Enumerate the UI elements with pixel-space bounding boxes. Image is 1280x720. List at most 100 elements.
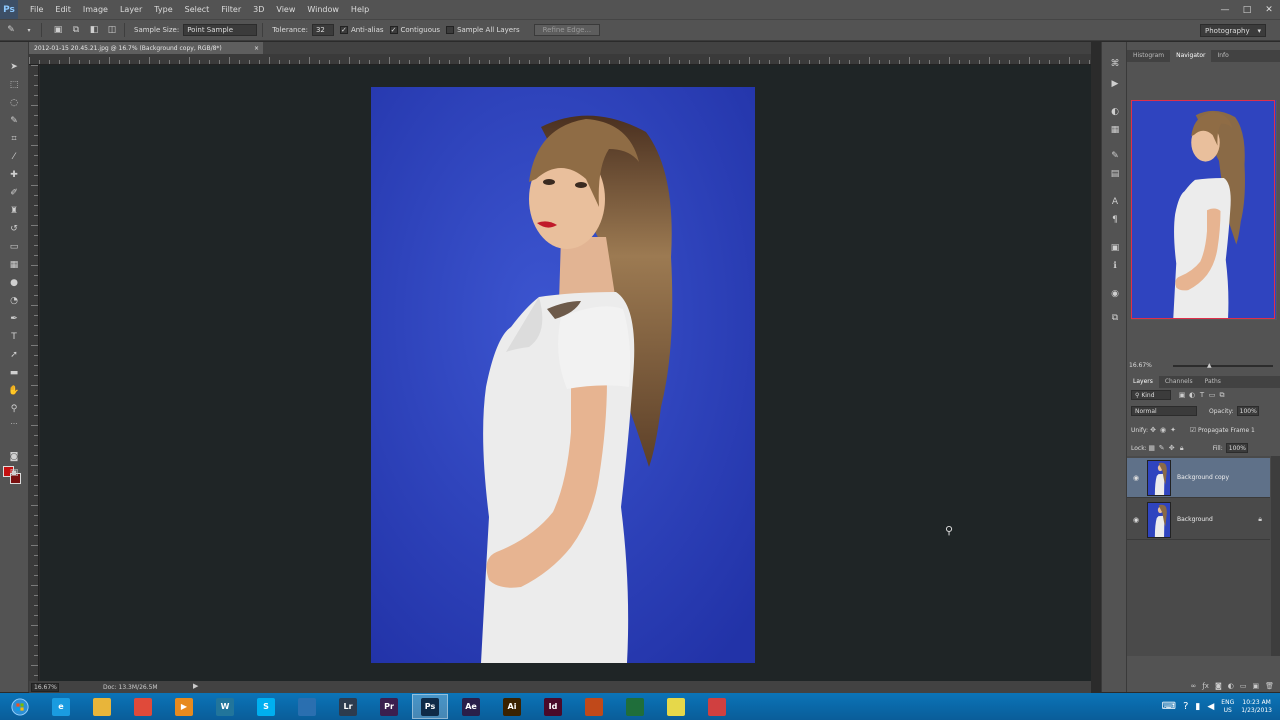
quick-select-tool-icon[interactable]: ✎ — [4, 23, 18, 37]
visibility-eye-icon[interactable]: ◉ — [1127, 516, 1145, 524]
menu-image[interactable]: Image — [77, 0, 114, 19]
navigator-preview[interactable] — [1131, 100, 1277, 320]
tab-navigator[interactable]: Navigator — [1170, 50, 1212, 62]
fill-input[interactable]: 100% — [1225, 443, 1248, 453]
intersect-selection-icon[interactable]: ◫ — [105, 23, 119, 37]
paragraph-panel-icon[interactable]: ¶ — [1107, 214, 1123, 226]
taskbar-app-button[interactable]: Ai — [494, 694, 530, 719]
taskbar-app-button[interactable] — [576, 694, 612, 719]
marquee-tool-icon[interactable]: ⬚ — [6, 78, 22, 92]
network-icon[interactable]: ▮ — [1195, 702, 1200, 712]
document-tab[interactable]: 2012-01-15 20.45.21.jpg @ 16.7% (Backgro… — [29, 42, 263, 54]
subtract-selection-icon[interactable]: ◧ — [87, 23, 101, 37]
layer-row[interactable]: ◉ Background 🔒︎ — [1127, 500, 1270, 540]
adjustments-panel-icon[interactable]: ◐ — [1107, 106, 1123, 118]
styles-panel-icon[interactable]: ▦ — [1107, 124, 1123, 136]
tab-info[interactable]: Info — [1211, 50, 1234, 62]
lock-image-icon[interactable]: ✎ — [1157, 443, 1167, 453]
quick-mask-icon[interactable]: ◙ — [6, 450, 22, 464]
menu-filter[interactable]: Filter — [215, 0, 247, 19]
taskbar-app-button[interactable]: W — [207, 694, 243, 719]
eraser-tool-icon[interactable]: ▭ — [6, 240, 22, 254]
taskbar-app-button[interactable]: Ae — [453, 694, 489, 719]
blur-tool-icon[interactable]: ● — [6, 276, 22, 290]
taskbar-app-button[interactable] — [658, 694, 694, 719]
menu-edit[interactable]: Edit — [49, 0, 77, 19]
tab-paths[interactable]: Paths — [1199, 376, 1227, 388]
tool-preset-arrow-icon[interactable]: ▾ — [22, 23, 36, 37]
move-tool-icon[interactable]: ➤ — [6, 60, 22, 74]
history-panel-icon[interactable]: ⌘ — [1107, 58, 1123, 70]
quick-selection-tool-icon[interactable]: ✎ — [6, 114, 22, 128]
menu-select[interactable]: Select — [179, 0, 216, 19]
clock[interactable]: 10:23 AM 1/23/2013 — [1241, 699, 1272, 715]
layer-comps-icon[interactable]: ⧉ — [1107, 312, 1123, 324]
taskbar-app-button[interactable]: S — [248, 694, 284, 719]
refine-edge-button[interactable]: Refine Edge... — [533, 24, 601, 36]
type-tool-icon[interactable]: T — [6, 330, 22, 344]
lock-transparent-icon[interactable]: ▦ — [1147, 443, 1157, 453]
status-menu-arrow-icon[interactable]: ▶ — [193, 682, 198, 690]
new-layer-icon[interactable]: ▣ — [1252, 682, 1259, 690]
taskbar-app-button[interactable] — [289, 694, 325, 719]
layer-style-icon[interactable]: ƒx — [1202, 682, 1209, 690]
taskbar-app-button[interactable] — [699, 694, 735, 719]
brush-tool-icon[interactable]: ✐ — [6, 186, 22, 200]
lock-all-icon[interactable]: 🔒︎ — [1177, 443, 1187, 453]
info-panel-icon[interactable]: ℹ — [1107, 260, 1123, 272]
layer-row[interactable]: ◉ Background copy — [1127, 458, 1270, 498]
timeline-panel-icon[interactable]: ◉ — [1107, 288, 1123, 300]
character-panel-icon[interactable]: A — [1107, 196, 1123, 208]
layers-scrollbar[interactable] — [1271, 456, 1280, 656]
minimize-button[interactable]: — — [1214, 0, 1236, 19]
new-selection-icon[interactable]: ▣ — [51, 23, 65, 37]
screen-mode-icon[interactable]: ▣ — [6, 466, 22, 480]
menu-window[interactable]: Window — [301, 0, 345, 19]
hand-tool-icon[interactable]: ✋ — [6, 384, 22, 398]
dodge-tool-icon[interactable]: ◔ — [6, 294, 22, 308]
tab-layers[interactable]: Layers — [1127, 376, 1159, 388]
canvas-area[interactable]: ⚲ — [40, 65, 1091, 681]
link-layers-icon[interactable]: ∞ — [1191, 682, 1197, 690]
start-button[interactable] — [2, 694, 38, 719]
taskbar-app-button[interactable] — [125, 694, 161, 719]
navigator-view-frame[interactable] — [1131, 100, 1275, 319]
propagate-checkbox[interactable]: ☑ — [1188, 425, 1198, 435]
more-tools-icon[interactable]: … — [6, 418, 22, 426]
lock-position-icon[interactable]: ✥ — [1167, 443, 1177, 453]
taskbar-app-button[interactable]: Ps — [412, 694, 448, 719]
unify-visibility-icon[interactable]: ◉ — [1158, 425, 1168, 435]
history-brush-tool-icon[interactable]: ↺ — [6, 222, 22, 236]
sample-size-select[interactable]: Point Sample — [183, 24, 258, 36]
pixel-filter-icon[interactable]: ▣ — [1177, 390, 1187, 400]
taskbar-app-button[interactable]: e — [43, 694, 79, 719]
brush-panel-icon[interactable]: ✎ — [1107, 150, 1123, 162]
contiguous-checkbox[interactable]: ✓ Contiguous — [389, 26, 440, 34]
filter-kind-select[interactable]: ⚲ Kind — [1131, 390, 1171, 400]
healing-brush-tool-icon[interactable]: ✚ — [6, 168, 22, 182]
shape-tool-icon[interactable]: ▬ — [6, 366, 22, 380]
volume-icon[interactable]: ◀ — [1207, 702, 1214, 712]
clone-stamp-tool-icon[interactable]: ♜ — [6, 204, 22, 218]
eyedropper-tool-icon[interactable]: ⁄ — [6, 150, 22, 164]
unify-style-icon[interactable]: ✦ — [1168, 425, 1178, 435]
visibility-eye-icon[interactable]: ◉ — [1127, 474, 1145, 482]
type-filter-icon[interactable]: T — [1197, 390, 1207, 400]
taskbar-app-button[interactable]: Id — [535, 694, 571, 719]
maximize-button[interactable]: □ — [1236, 0, 1258, 19]
shape-filter-icon[interactable]: ▭ — [1207, 390, 1217, 400]
taskbar-app-button[interactable] — [617, 694, 653, 719]
properties-panel-icon[interactable]: ▣ — [1107, 242, 1123, 254]
sample-all-layers-checkbox[interactable]: Sample All Layers — [446, 26, 520, 34]
document-image[interactable] — [371, 87, 755, 663]
anti-alias-checkbox[interactable]: ✓ Anti-alias — [339, 26, 384, 34]
unify-position-icon[interactable]: ✥ — [1148, 425, 1158, 435]
menu-3d[interactable]: 3D — [247, 0, 270, 19]
adjustment-filter-icon[interactable]: ◐ — [1187, 390, 1197, 400]
taskbar-app-button[interactable]: Pr — [371, 694, 407, 719]
slider-knob-icon[interactable]: ▲ — [1207, 362, 1212, 369]
lasso-tool-icon[interactable]: ◌ — [6, 96, 22, 110]
smart-object-filter-icon[interactable]: ⧉ — [1217, 390, 1227, 400]
tab-histogram[interactable]: Histogram — [1127, 50, 1170, 62]
adjustment-layer-icon[interactable]: ◐ — [1228, 682, 1234, 690]
